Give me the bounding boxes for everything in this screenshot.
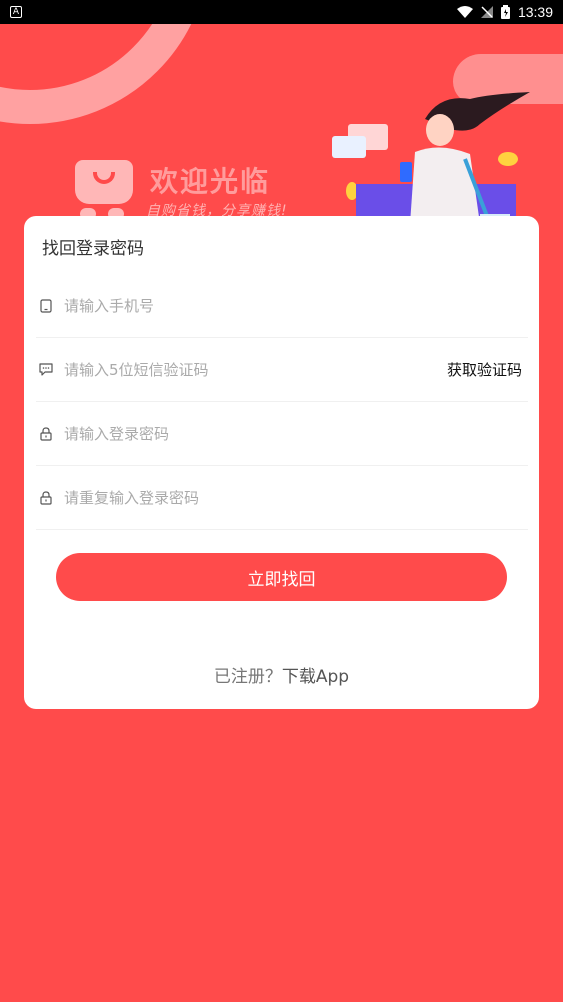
- confirm-password-input[interactable]: [64, 488, 528, 507]
- lock-icon: [38, 490, 54, 506]
- page-title: 找回登录密码: [42, 239, 144, 259]
- woman-shopping-illustration: [332, 92, 530, 234]
- message-icon: [38, 362, 54, 378]
- registered-text: 已注册？: [213, 667, 282, 687]
- wifi-icon: [456, 6, 473, 18]
- reset-password-card: 找回登录密码 获取验证码: [24, 216, 539, 709]
- phone-input[interactable]: [64, 296, 528, 315]
- sms-code-field: 获取验证码: [36, 338, 528, 402]
- sms-code-input[interactable]: [64, 360, 447, 379]
- shopping-cart-icon: [75, 160, 133, 204]
- status-bar: A 13:39: [0, 0, 563, 24]
- password-field: [36, 402, 528, 466]
- lock-icon: [38, 426, 54, 442]
- battery-icon: [500, 5, 510, 19]
- password-input[interactable]: [64, 424, 528, 443]
- get-code-button[interactable]: 获取验证码: [447, 359, 522, 380]
- notification-badge-icon: A: [10, 6, 22, 18]
- status-right: 13:39: [456, 4, 553, 20]
- clock: 13:39: [517, 4, 553, 20]
- footer: 已注册？下载App: [24, 662, 539, 687]
- status-left: A: [10, 6, 22, 18]
- confirm-password-field: [36, 466, 528, 530]
- no-signal-icon: [480, 6, 493, 18]
- decorative-arc: [0, 24, 210, 124]
- hero-banner: 欢迎光临 自购省钱，分享赚钱!: [0, 24, 563, 234]
- phone-icon: [38, 298, 54, 314]
- phone-field: [36, 274, 528, 338]
- submit-button[interactable]: 立即找回: [56, 553, 507, 601]
- cart-smile: [93, 172, 115, 184]
- welcome-heading: 欢迎光临: [150, 165, 271, 198]
- download-app-link[interactable]: 下载App: [282, 667, 349, 687]
